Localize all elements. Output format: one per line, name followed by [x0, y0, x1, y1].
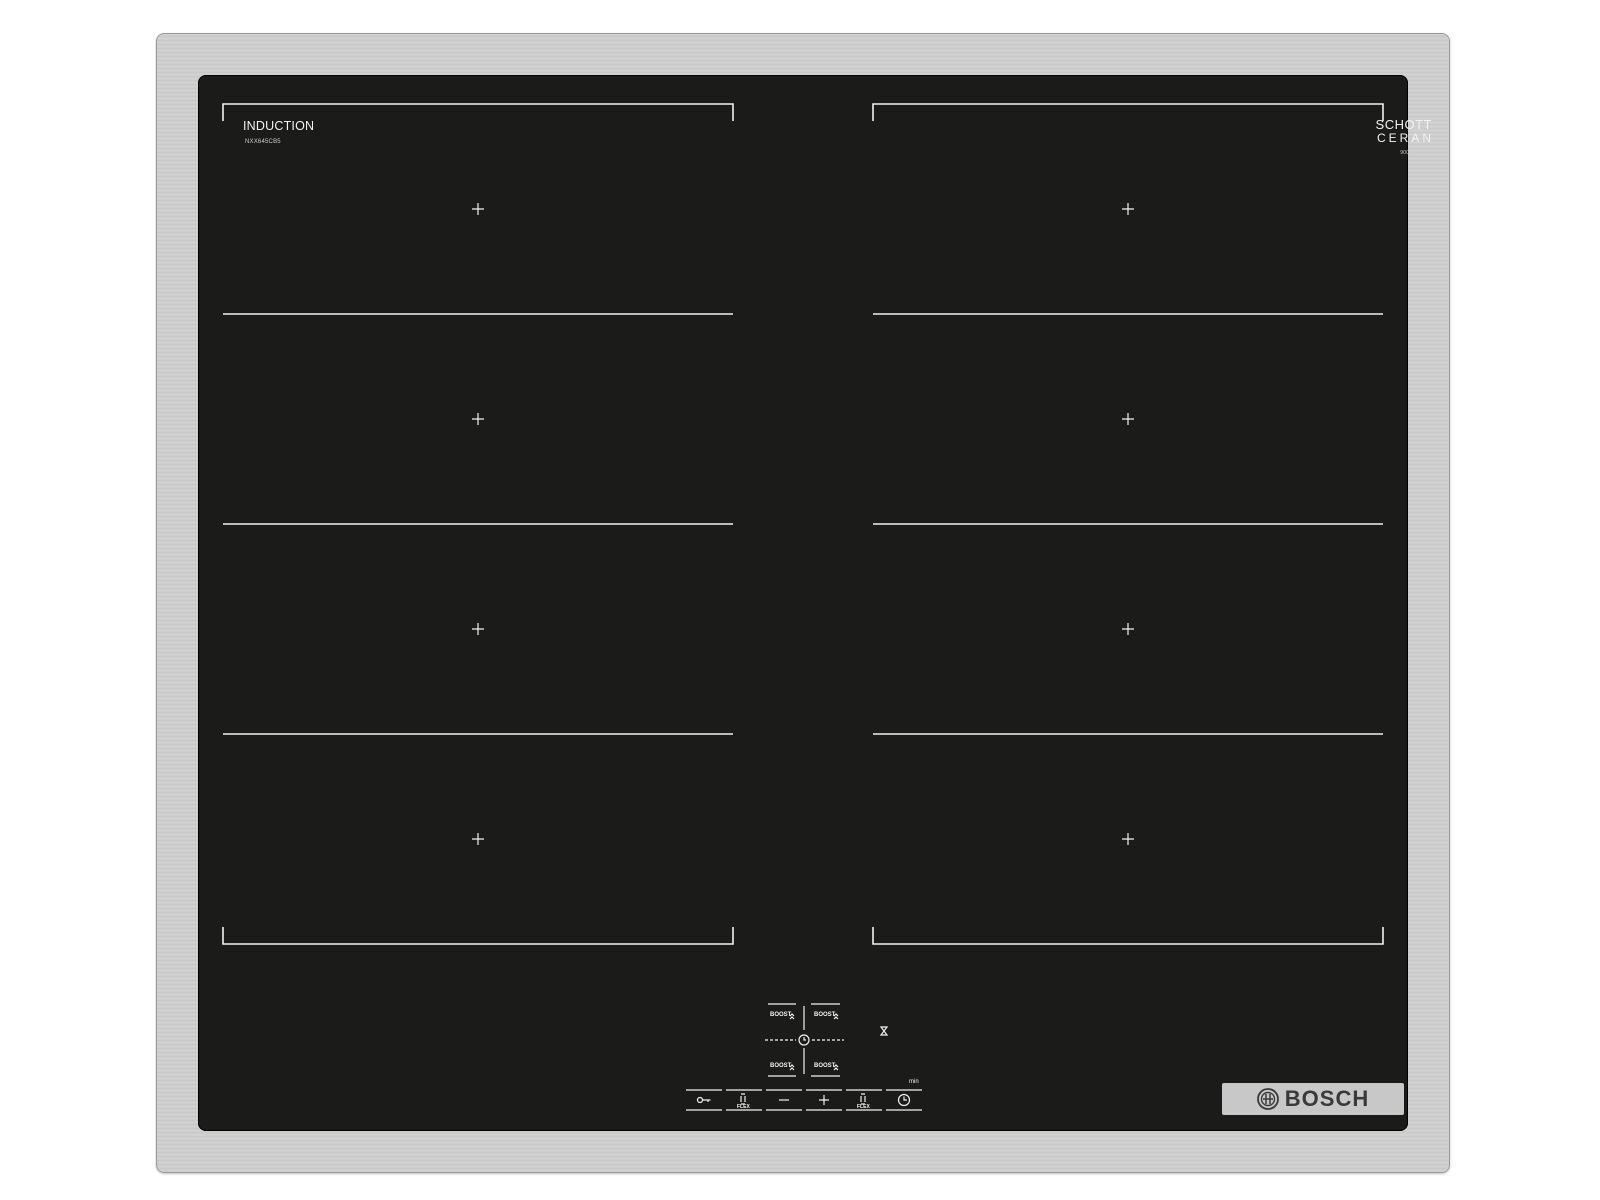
plus-button[interactable] [819, 1095, 829, 1105]
boost-label-top-left: BOOST [770, 1012, 792, 1018]
flex-zone-left-bottom-bracket [222, 927, 734, 945]
cooking-zones-markings [222, 103, 1384, 1111]
flex-label-right: FLEX [857, 1104, 870, 1110]
plus-cross-icon [472, 623, 484, 635]
hourglass-icon [879, 1026, 889, 1036]
plus-cross-icon [1122, 623, 1134, 635]
boost-label-top-right: BOOST [814, 1012, 836, 1018]
plus-cross-icon [1122, 833, 1134, 845]
key-icon[interactable] [696, 1096, 711, 1104]
plus-cross-icon [1122, 413, 1134, 425]
bosch-logo-plate: BOSCH [1222, 1083, 1404, 1115]
flex-zone-right [872, 103, 1384, 945]
plus-cross-icon [472, 203, 484, 215]
plus-cross-icon [472, 833, 484, 845]
boost-label-bottom-right: BOOST [814, 1063, 836, 1069]
flex-zone-right-top-bracket [872, 103, 1384, 121]
flex-left-icon[interactable] [740, 1093, 746, 1105]
bosch-wordmark: BOSCH [1284, 1086, 1370, 1111]
plus-cross-icon [1122, 203, 1134, 215]
flex-label-left: FLEX [737, 1104, 750, 1110]
flex-zone-left [222, 103, 734, 945]
min-label: min [909, 1079, 919, 1085]
flex-zone-right-bottom-bracket [872, 927, 1384, 945]
bottom-control-row [686, 1089, 922, 1111]
bosch-armature-icon [1256, 1088, 1279, 1110]
boost-label-bottom-left: BOOST [770, 1063, 792, 1069]
timer-clock-icon[interactable] [897, 1093, 911, 1107]
plus-cross-icon [472, 413, 484, 425]
flex-right-icon[interactable] [860, 1093, 866, 1105]
flex-zone-left-top-bracket [222, 103, 734, 121]
